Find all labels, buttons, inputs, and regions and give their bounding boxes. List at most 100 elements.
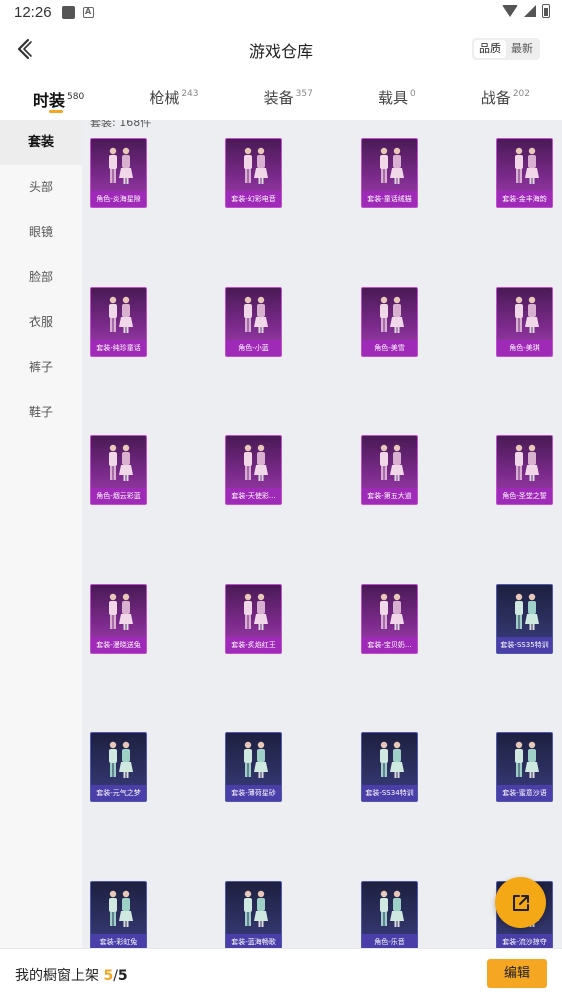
item-card[interactable]: 套装-纯珍童话 [90,286,147,357]
item-card-label: 角色-圣堂之誓 [497,488,552,504]
outfit-figure-icon [379,444,404,481]
item-card-label: 套装-天使彩... [226,488,281,504]
sidebar-item-suits[interactable]: 套装 [0,120,82,165]
outfit-figure-icon [108,147,133,184]
sidebar-item-glasses[interactable]: 眼镜 [0,210,82,255]
tab-count: 357 [295,89,313,99]
edit-button[interactable]: 编辑 [487,959,547,988]
sidebar-item-head[interactable]: 头部 [0,165,82,210]
item-card-label: 套装-薄荷星砂 [226,785,281,801]
tab-label: 载具 [377,89,408,107]
item-card[interactable]: 套装-炙焰红王 [225,583,282,654]
item-card[interactable]: 角色-乐音 [361,880,418,950]
item-card-label: 套装-SS34特训 [362,785,417,801]
item-card-label: 角色-烟云彩蓝 [91,488,146,504]
tab-count: 202 [512,89,530,99]
outfit-figure-icon [243,444,268,481]
item-card-label: 角色-小蓝 [226,339,281,356]
outfit-figure-icon [243,296,268,333]
outfit-figure-icon [514,593,539,630]
sidebar-item-pants[interactable]: 裤子 [0,345,82,390]
showcase-status: 我的橱窗上架 5/5 [15,965,128,985]
item-card[interactable]: 套装-蓝海畅歌 [225,880,282,950]
tab-label: 装备 [263,89,294,107]
showcase-current-count: 5 [103,968,114,984]
item-card[interactable]: 套装-蜜意沙语 [496,732,553,802]
item-grid-panel[interactable]: 套装: 168件 角色-炎海星隙 套装-幻彩电音 套装-童话绒猫 套装-金丰海韵 套装-… [82,120,562,950]
outfit-figure-icon [514,444,539,481]
tab-equipment[interactable]: 装备 357 [264,80,313,120]
status-bar: 12:26 A [0,0,562,24]
sidebar-item-clothes[interactable]: 衣服 [0,300,82,345]
outfit-figure-icon [108,593,133,630]
item-card[interactable]: 套装-SS34特训 [361,732,418,802]
outfit-figure-icon [379,741,404,778]
item-card-label: 套装-蜜意沙语 [497,785,552,801]
tab-label: 战备 [480,89,511,107]
item-card[interactable]: 套装-天使彩... [225,435,282,505]
bottom-bar: 我的橱窗上架 5/5 编辑 [0,948,562,999]
item-card[interactable]: 角色-圣堂之誓 [496,435,553,505]
item-card-label: 套装-第五大道 [362,488,417,504]
item-card-label: 套装-纯珍童话 [91,339,146,356]
item-card-label: 套装-炙焰红王 [226,636,281,653]
outfit-figure-icon [108,444,133,481]
outfit-figure-icon [243,147,268,184]
item-card[interactable]: 套装-宝贝奶... [361,583,418,654]
tab-supplies[interactable]: 战备 202 [481,80,530,120]
item-count-label: 套装: 168件 [90,120,152,129]
item-card-label: 角色-炎海星隙 [91,191,146,207]
item-card-label: 套装-SS35特训 [497,636,552,653]
outfit-figure-icon [379,296,404,333]
item-card[interactable]: 角色-炎海星隙 [90,138,147,208]
item-card[interactable]: 套装-金丰海韵 [496,138,553,208]
item-card[interactable]: 套装-彩虹兔 [90,880,147,950]
item-card-label: 套装-童话绒猫 [362,191,417,207]
item-card-label: 套装-金丰海韵 [497,191,552,207]
item-card[interactable]: 套装-漫晓送兔 [90,583,147,654]
sidebar-item-face[interactable]: 脸部 [0,255,82,300]
item-card[interactable]: 角色-烟云彩蓝 [90,435,147,505]
tab-count: 0 [409,89,416,99]
app-root: 12:26 A 游戏仓库 品质 最新 时装 580 枪械 243 装备 357 载具 0… [0,0,562,999]
signal-icon [524,5,536,17]
item-card[interactable]: 套装-薄荷星砂 [225,732,282,802]
tab-vehicles[interactable]: 载具 0 [378,80,416,120]
a-notification-icon: A [82,6,94,18]
app-notification-icon [61,5,75,19]
sort-option-quality[interactable]: 品质 [474,40,506,58]
category-tabs: 时装 580 枪械 243 装备 357 载具 0 战备 202 [0,80,562,120]
showcase-total-count: 5 [117,968,128,984]
outfit-figure-icon [379,147,404,184]
wifi-icon [502,5,518,17]
tab-fashion[interactable]: 时装 580 [33,80,84,120]
item-card[interactable]: 套装-元气之梦 [90,732,147,802]
outfit-figure-icon [243,890,268,927]
item-card[interactable]: 角色-美雪 [361,286,418,357]
item-card[interactable]: 套装-童话绒猫 [361,138,418,208]
outfit-figure-icon [108,741,133,778]
item-card-label: 角色-美琪 [497,339,552,356]
item-card-label: 角色-美雪 [362,339,417,356]
outfit-figure-icon [243,741,268,778]
tab-guns[interactable]: 枪械 243 [149,80,198,120]
item-card[interactable]: 角色-美琪 [496,286,553,357]
sort-toggle: 品质 最新 [472,38,540,60]
sort-option-newest[interactable]: 最新 [506,40,538,58]
status-indicators [502,4,550,18]
tab-count: 243 [181,89,199,99]
share-icon [512,894,529,911]
item-card[interactable]: 套装-SS35特训 [496,583,553,654]
header: 游戏仓库 品质 最新 [0,24,562,74]
share-float-button[interactable] [495,877,546,928]
item-card-label: 套装-漫晓送兔 [91,636,146,653]
item-card[interactable]: 套装-幻彩电音 [225,138,282,208]
item-card-label: 套装-元气之梦 [91,785,146,801]
outfit-figure-icon [108,890,133,927]
outfit-figure-icon [108,296,133,333]
outfit-figure-icon [514,741,539,778]
item-card[interactable]: 套装-第五大道 [361,435,418,505]
sidebar-item-shoes[interactable]: 鞋子 [0,390,82,435]
item-card[interactable]: 角色-小蓝 [225,286,282,357]
item-card-label: 套装-宝贝奶... [362,636,417,653]
